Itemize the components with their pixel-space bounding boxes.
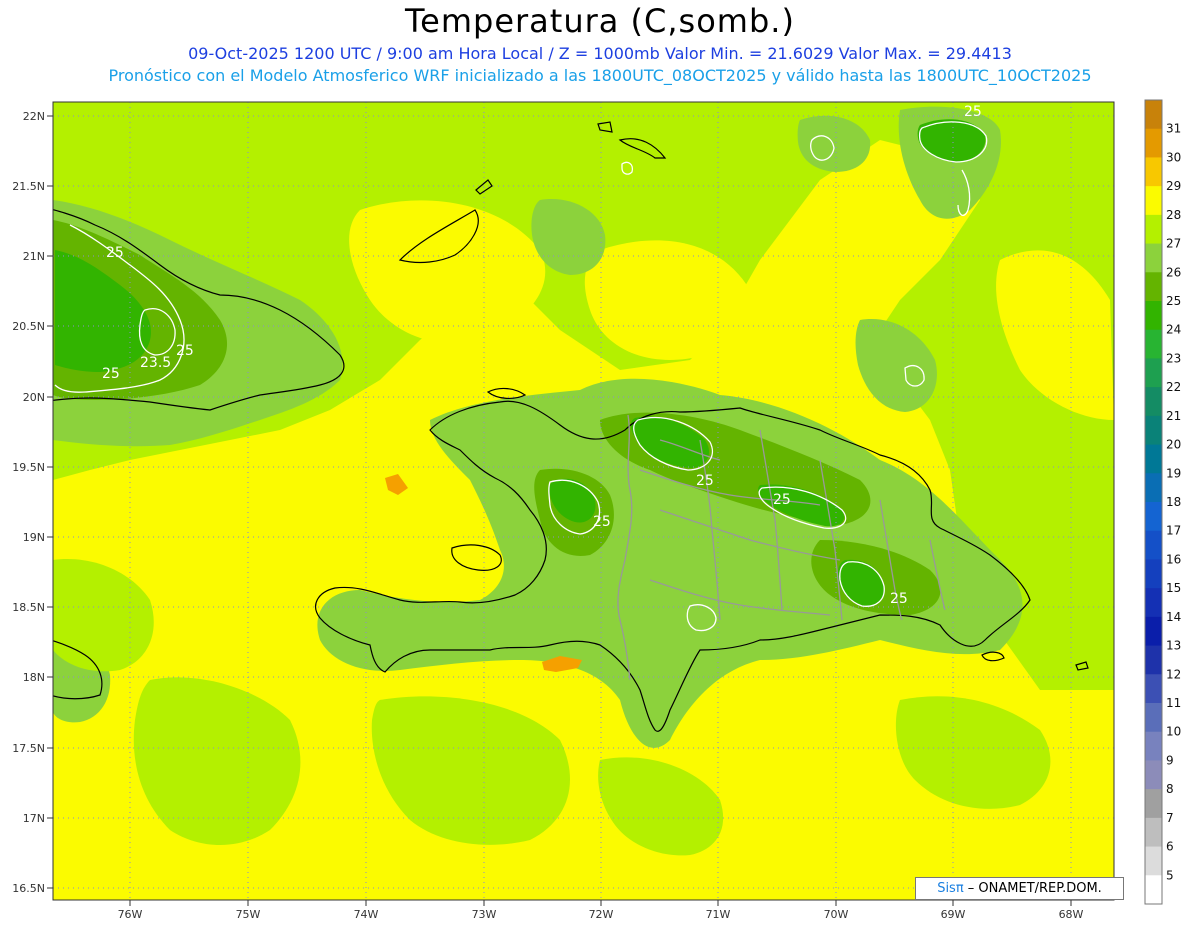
colorbar-swatch <box>1145 444 1162 474</box>
lat-label: 16.5N <box>12 882 45 895</box>
lat-label: 17N <box>23 812 45 825</box>
credit-text: – ONAMET/REP.DOM. <box>963 881 1102 896</box>
colorbar-label: 20 <box>1166 438 1181 452</box>
contour-label: 23.5 <box>140 355 171 371</box>
colorbar-swatch <box>1145 559 1162 589</box>
colorbar-label: 19 <box>1166 466 1181 480</box>
colorbar-label: 6 <box>1166 840 1174 854</box>
colorbar-swatch <box>1145 875 1162 905</box>
credit-box: Sisπ – ONAMET/REP.DOM. <box>915 877 1124 900</box>
lat-label: 22N <box>23 110 45 123</box>
lat-label: 21.5N <box>12 180 45 193</box>
colorbar-swatch <box>1145 157 1162 187</box>
colorbar-label: 14 <box>1166 610 1181 624</box>
colorbar-swatch <box>1145 731 1162 761</box>
lon-label: 68W <box>1059 908 1084 921</box>
credit-sis: Sisπ <box>937 881 964 896</box>
lat-axis: 22N 21.5N 21N 20.5N 20N 19.5N 19N 18.5N 18N 17.5N… <box>12 110 53 895</box>
temperature-map: 25 25 25 23.5 25 25 25 25 25 25 22N 21.5N… <box>12 99 1181 921</box>
lon-label: 76W <box>118 908 143 921</box>
lon-label: 70W <box>824 908 849 921</box>
colorbar-swatch <box>1145 329 1162 359</box>
colorbar-swatch <box>1145 358 1162 388</box>
contour-label: 25 <box>106 245 124 261</box>
colorbar-label: 22 <box>1166 380 1181 394</box>
colorbar-swatch <box>1145 760 1162 790</box>
colorbar-label: 26 <box>1166 265 1181 279</box>
colorbar-swatch <box>1145 415 1162 446</box>
colorbar-label: 24 <box>1166 323 1181 337</box>
shaded-field: 25 25 25 23.5 25 25 25 25 25 25 <box>53 102 1114 900</box>
lon-label: 71W <box>706 908 731 921</box>
lon-label: 72W <box>589 908 614 921</box>
colorbar-label: 16 <box>1166 552 1181 566</box>
colorbar-swatch <box>1145 616 1162 647</box>
lon-label: 74W <box>354 908 379 921</box>
lon-label: 69W <box>941 908 966 921</box>
colorbar-label: 8 <box>1166 782 1174 796</box>
lon-label: 73W <box>472 908 497 921</box>
colorbar-swatch <box>1145 789 1162 819</box>
contour-label: 25 <box>773 492 791 508</box>
colorbar-swatch <box>1145 186 1162 216</box>
contour-label: 25 <box>593 514 611 530</box>
colorbar-label: 18 <box>1166 495 1181 509</box>
lat-label: 19.5N <box>12 461 45 474</box>
colorbar-label: 5 <box>1166 868 1174 882</box>
colorbar-swatch <box>1145 128 1162 158</box>
contour-label: 25 <box>696 473 714 489</box>
contour-label: 25 <box>102 366 120 382</box>
colorbar-label: 9 <box>1166 753 1174 767</box>
colorbar-label: 15 <box>1166 581 1181 595</box>
colorbar-label: 27 <box>1166 237 1181 251</box>
colorbar-label: 30 <box>1166 150 1181 164</box>
lat-label: 20.5N <box>12 320 45 333</box>
lat-label: 19N <box>23 531 45 544</box>
colorbar-swatch <box>1145 473 1162 503</box>
lon-axis: 76W 75W 74W 73W 72W 71W 70W 69W 68W <box>118 900 1084 921</box>
colorbar-label: 7 <box>1166 811 1174 825</box>
colorbar-label: 31 <box>1166 122 1181 136</box>
colorbar-label: 29 <box>1166 179 1181 193</box>
colorbar-label: 21 <box>1166 409 1181 423</box>
colorbar-swatch <box>1145 301 1162 331</box>
colorbar-swatch <box>1145 243 1162 273</box>
colorbar-swatch <box>1145 703 1162 733</box>
colorbar-label: 11 <box>1166 696 1181 710</box>
lat-label: 17.5N <box>12 742 45 755</box>
colorbar-label: 13 <box>1166 639 1181 653</box>
contour-label: 25 <box>890 591 908 607</box>
lat-label: 18.5N <box>12 601 45 614</box>
colorbar-swatch <box>1145 502 1162 532</box>
colorbar-swatch <box>1145 588 1162 618</box>
colorbar-label: 10 <box>1166 725 1181 739</box>
colorbar-swatch <box>1145 645 1162 675</box>
colorbar-swatch <box>1145 817 1162 848</box>
contour-label: 25 <box>964 104 982 120</box>
colorbar-label: 28 <box>1166 208 1181 222</box>
contour-label: 25 <box>176 343 194 359</box>
lon-label: 75W <box>236 908 261 921</box>
colorbar: 31 30 29 28 27 26 25 24 23 22 21 20 19 18 17 16 15 14 13 12… <box>1144 99 1181 905</box>
colorbar-swatch <box>1145 674 1162 704</box>
colorbar-label: 23 <box>1166 351 1181 365</box>
colorbar-swatch <box>1145 530 1162 560</box>
colorbar-label: 12 <box>1166 667 1181 681</box>
colorbar-label: 25 <box>1166 294 1181 308</box>
colorbar-swatch <box>1145 387 1162 417</box>
colorbar-swatch <box>1145 272 1162 302</box>
colorbar-swatch <box>1145 100 1162 130</box>
lat-label: 18N <box>23 671 45 684</box>
colorbar-swatch <box>1145 846 1162 876</box>
colorbar-swatch <box>1145 214 1162 245</box>
lat-label: 21N <box>23 250 45 263</box>
colorbar-label: 17 <box>1166 524 1181 538</box>
lat-label: 20N <box>23 391 45 404</box>
